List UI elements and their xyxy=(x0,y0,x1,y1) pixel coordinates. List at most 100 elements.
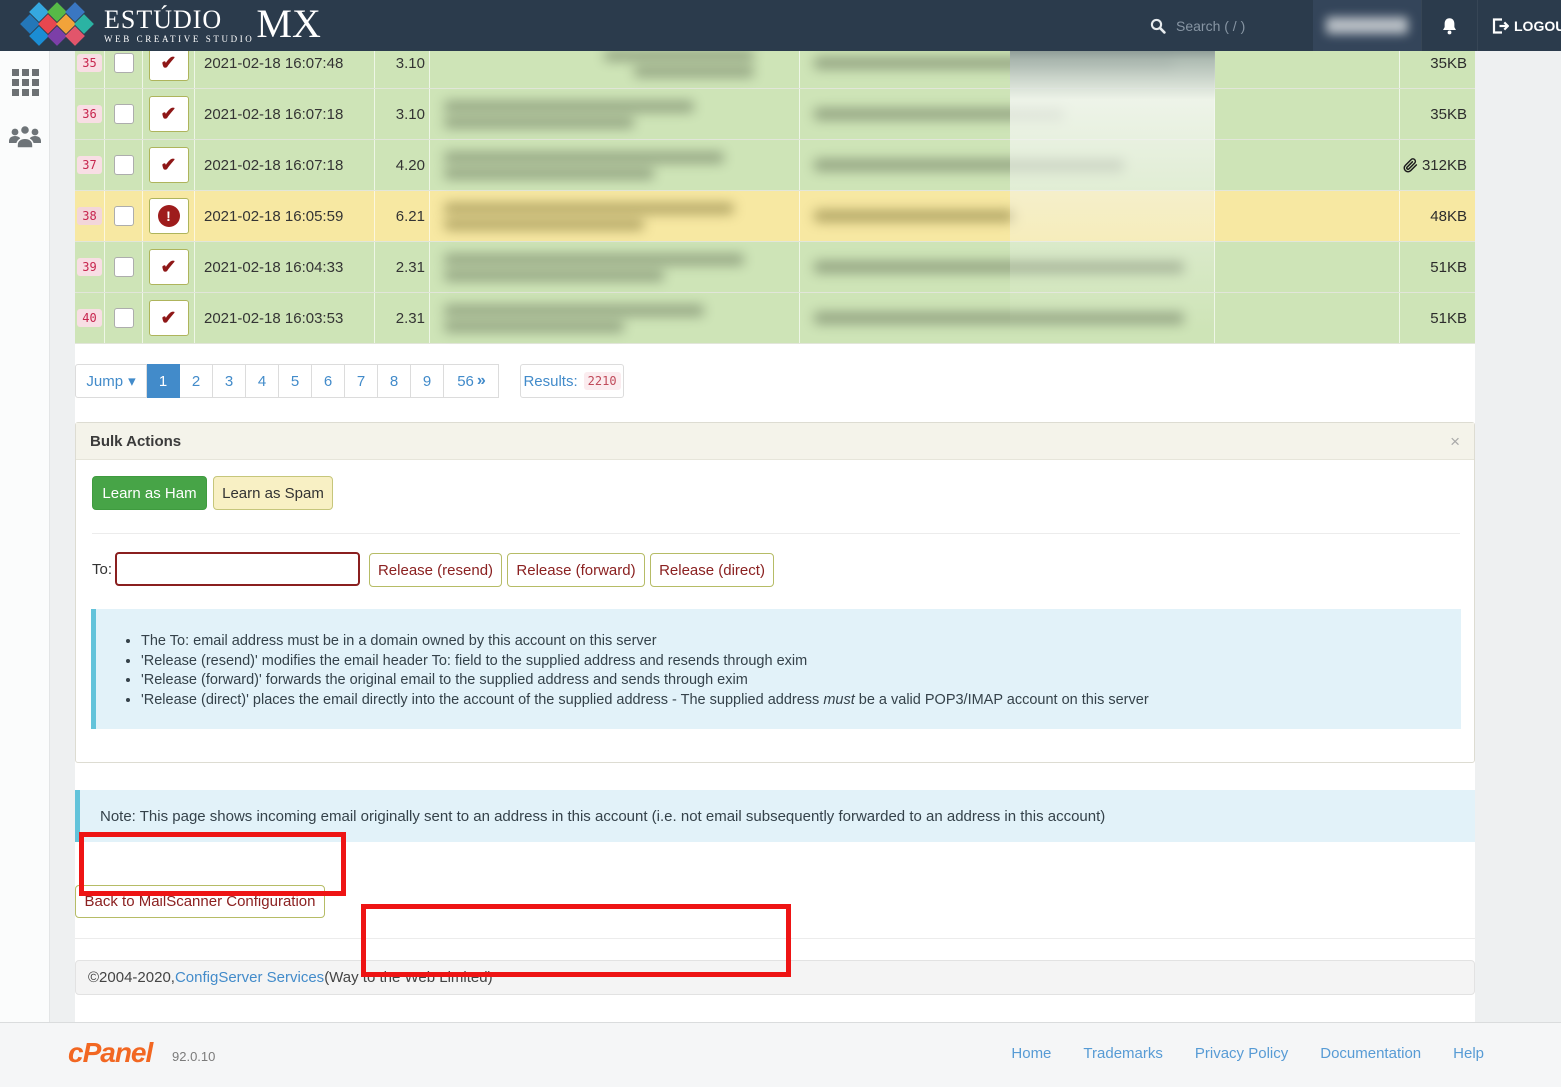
learn-as-ham-button[interactable]: Learn as Ham xyxy=(92,476,207,510)
page-button-1[interactable]: 1 xyxy=(147,364,180,398)
score-cell: 2.31 xyxy=(375,293,430,343)
to-input[interactable] xyxy=(115,552,360,586)
row-checkbox[interactable] xyxy=(114,53,134,73)
row-number-badge: 39 xyxy=(77,258,101,276)
double-chevron-icon: » xyxy=(477,372,485,390)
status-button[interactable]: ✔ xyxy=(149,300,189,336)
logout-label: LOGOUT xyxy=(1514,18,1561,34)
score-cell: 6.21 xyxy=(375,191,430,241)
footer-link-documentation[interactable]: Documentation xyxy=(1320,1045,1421,1062)
size-cell: 51KB xyxy=(1400,293,1473,343)
learn-as-spam-button[interactable]: Learn as Spam xyxy=(213,476,333,510)
panel-divider xyxy=(92,533,1460,534)
recipient-cell xyxy=(1215,242,1400,292)
release-forward-button[interactable]: Release (forward) xyxy=(507,553,645,587)
subject-cell-redacted xyxy=(800,242,1215,292)
row-checkbox[interactable] xyxy=(114,257,134,277)
jump-label: Jump xyxy=(86,373,123,390)
bell-icon xyxy=(1441,17,1458,35)
row-number-badge: 36 xyxy=(77,105,101,123)
check-icon: ✔ xyxy=(161,258,177,277)
table-row: 39 ✔ 2021-02-18 16:04:33 2.31 51KB xyxy=(75,242,1475,293)
page-button-9[interactable]: 9 xyxy=(411,364,444,398)
cpanel-footer: cPanel 92.0.10 Home Trademarks Privacy P… xyxy=(0,1022,1561,1087)
logout-button[interactable]: LOGOUT xyxy=(1477,0,1561,51)
back-to-mailscanner-button[interactable]: Back to MailScanner Configuration xyxy=(75,885,325,918)
page-button-8[interactable]: 8 xyxy=(378,364,411,398)
pagination: Jump ▾ 1 2 3 4 5 6 7 8 9 56 » Results: 2… xyxy=(75,364,624,398)
recipient-cell xyxy=(1215,140,1400,190)
size-cell: 35KB xyxy=(1400,89,1473,139)
footer-link-trademarks[interactable]: Trademarks xyxy=(1083,1045,1162,1062)
brand-mx: MX xyxy=(256,4,320,44)
release-direct-button[interactable]: Release (direct) xyxy=(650,553,774,587)
search-input[interactable] xyxy=(1176,18,1296,34)
date-cell: 2021-02-18 16:05:59 xyxy=(195,191,375,241)
from-cell-redacted xyxy=(430,89,800,139)
row-number-badge: 37 xyxy=(77,156,101,174)
row-checkbox[interactable] xyxy=(114,206,134,226)
info-item: 'Release (forward)' forwards the origina… xyxy=(141,672,1441,688)
status-button[interactable]: ✔ xyxy=(149,96,189,132)
date-cell: 2021-02-18 16:07:18 xyxy=(195,140,375,190)
date-cell: 2021-02-18 16:04:33 xyxy=(195,242,375,292)
users-icon xyxy=(7,123,43,150)
footer-link-help[interactable]: Help xyxy=(1453,1045,1484,1062)
page-button-7[interactable]: 7 xyxy=(345,364,378,398)
sidebar-item-users[interactable] xyxy=(0,113,50,159)
row-checkbox[interactable] xyxy=(114,155,134,175)
footer-link-home[interactable]: Home xyxy=(1011,1045,1051,1062)
date-cell: 2021-02-18 16:07:18 xyxy=(195,89,375,139)
row-checkbox[interactable] xyxy=(114,308,134,328)
notifications-button[interactable] xyxy=(1421,0,1477,51)
brand-subtitle: WEB CREATIVE STUDIO xyxy=(104,34,254,45)
size-cell: 51KB xyxy=(1400,242,1473,292)
copyright-suffix: (Way to the Web Limited) xyxy=(324,969,492,986)
brand-logo-icon xyxy=(22,3,94,48)
cpanel-logo: cPanel xyxy=(68,1037,152,1069)
warning-icon: ! xyxy=(158,205,180,227)
logout-icon xyxy=(1492,18,1509,34)
page-button-5[interactable]: 5 xyxy=(279,364,312,398)
page-button-3[interactable]: 3 xyxy=(213,364,246,398)
jump-dropdown[interactable]: Jump ▾ xyxy=(75,364,147,398)
recipient-cell xyxy=(1215,293,1400,343)
sidebar-item-apps[interactable] xyxy=(0,59,50,105)
page-button-4[interactable]: 4 xyxy=(246,364,279,398)
release-resend-button[interactable]: Release (resend) xyxy=(369,553,502,587)
copyright-strip: ©2004-2020, ConfigServer Services (Way t… xyxy=(75,960,1475,995)
row-number-badge: 38 xyxy=(77,207,101,225)
recipient-cell xyxy=(1215,89,1400,139)
table-row: 37 ✔ 2021-02-18 16:07:18 4.20 312KB xyxy=(75,140,1475,191)
quarantine-table: 35 ✔ 2021-02-18 16:07:48 3.10 35KB 36 ✔ … xyxy=(75,38,1475,344)
page-button-6[interactable]: 6 xyxy=(312,364,345,398)
close-icon[interactable]: × xyxy=(1450,433,1460,450)
score-cell: 3.10 xyxy=(375,89,430,139)
status-button[interactable]: ! xyxy=(149,198,189,234)
subject-cell-redacted xyxy=(800,191,1215,241)
row-checkbox[interactable] xyxy=(114,104,134,124)
brand-logo[interactable]: ESTÚDIO WEB CREATIVE STUDIO MX xyxy=(22,3,321,48)
recipient-cell xyxy=(1215,191,1400,241)
results-label: Results: xyxy=(523,373,577,390)
table-row: 36 ✔ 2021-02-18 16:07:18 3.10 35KB xyxy=(75,89,1475,140)
status-button[interactable]: ✔ xyxy=(149,147,189,183)
page-button-last[interactable]: 56 » xyxy=(444,364,499,398)
from-cell-redacted xyxy=(430,293,800,343)
from-cell-redacted xyxy=(430,140,800,190)
info-item: 'Release (resend)' modifies the email he… xyxy=(141,653,1441,669)
from-cell-redacted xyxy=(430,242,800,292)
date-cell: 2021-02-18 16:03:53 xyxy=(195,293,375,343)
size-value: 312KB xyxy=(1422,157,1467,174)
configserver-link[interactable]: ConfigServer Services xyxy=(175,969,324,986)
results-count-badge: 2210 xyxy=(584,372,621,390)
subject-cell-redacted xyxy=(800,293,1215,343)
page-button-2[interactable]: 2 xyxy=(180,364,213,398)
bulk-actions-panel: Bulk Actions × Learn as Ham Learn as Spa… xyxy=(75,422,1475,763)
copyright-prefix: ©2004-2020, xyxy=(88,969,175,986)
user-menu[interactable] xyxy=(1313,0,1421,51)
status-button[interactable]: ✔ xyxy=(149,249,189,285)
panel-title: Bulk Actions xyxy=(90,433,181,450)
footer-link-privacy[interactable]: Privacy Policy xyxy=(1195,1045,1288,1062)
main-content: 35 ✔ 2021-02-18 16:07:48 3.10 35KB 36 ✔ … xyxy=(75,51,1475,1022)
